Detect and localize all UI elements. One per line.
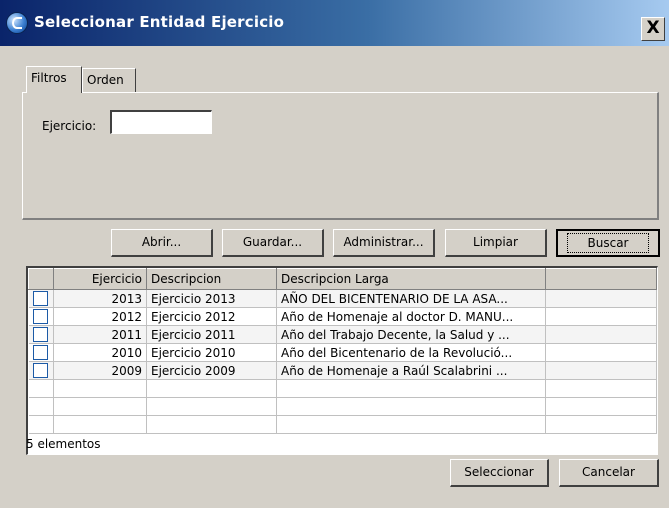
empty-row [28, 397, 657, 416]
cell-descripcion-larga: AÑO DEL BICENTENARIO DE LA ASA... [276, 289, 546, 308]
row-checkbox[interactable] [32, 291, 48, 306]
results-table: Ejercicio Descripcion Descripcion Larga … [28, 268, 657, 434]
header-descripcion-larga[interactable]: Descripcion Larga [276, 268, 546, 290]
seleccionar-button[interactable]: Seleccionar [450, 459, 549, 487]
cell-ejercicio: 2013 [53, 289, 147, 308]
table-row[interactable]: 2013 Ejercicio 2013 AÑO DEL BICENTENARIO… [28, 289, 657, 308]
header-ejercicio[interactable]: Ejercicio [53, 268, 147, 290]
limpiar-button[interactable]: Limpiar [445, 229, 547, 257]
buscar-button[interactable]: Buscar [556, 229, 660, 257]
cell-filler [545, 307, 657, 326]
cell-ejercicio: 2012 [53, 307, 147, 326]
header-filler [545, 268, 657, 290]
cell-descripcion-larga: Año de Homenaje al doctor D. MANU... [276, 307, 546, 326]
guardar-button[interactable]: Guardar... [222, 229, 324, 257]
administrar-button[interactable]: Administrar... [333, 229, 435, 257]
cell-descripcion: Ejercicio 2009 [146, 361, 277, 380]
row-checkbox[interactable] [32, 327, 48, 342]
header-select[interactable] [28, 268, 54, 290]
row-checkbox[interactable] [32, 363, 48, 378]
table-row[interactable]: 2010 Ejercicio 2010 Año del Bicentenario… [28, 343, 657, 362]
empty-row [28, 379, 657, 398]
cell-descripcion: Ejercicio 2013 [146, 289, 277, 308]
header-descripcion[interactable]: Descripcion [146, 268, 277, 290]
cell-ejercicio: 2010 [53, 343, 147, 362]
abrir-button[interactable]: Abrir... [111, 229, 213, 257]
cell-descripcion-larga: Año del Trabajo Decente, la Salud y ... [276, 325, 546, 344]
cell-filler [545, 361, 657, 380]
cell-ejercicio: 2011 [53, 325, 147, 344]
close-button[interactable]: X [641, 17, 665, 41]
table-row[interactable]: 2011 Ejercicio 2011 Año del Trabajo Dece… [28, 325, 657, 344]
app-icon [6, 12, 28, 34]
row-checkbox[interactable] [32, 345, 48, 360]
table-row[interactable]: 2009 Ejercicio 2009 Año de Homenaje a Ra… [28, 361, 657, 380]
ejercicio-input[interactable] [110, 110, 212, 134]
cell-filler [545, 343, 657, 362]
cell-descripcion: Ejercicio 2011 [146, 325, 277, 344]
cancelar-button[interactable]: Cancelar [559, 459, 659, 487]
empty-row [28, 415, 657, 434]
cell-filler [545, 325, 657, 344]
tab-orden[interactable]: Orden [82, 68, 136, 92]
cell-descripcion-larga: Año del Bicentenario de la Revolució... [276, 343, 546, 362]
item-count: 5 elementos [26, 437, 101, 451]
title-bar: Seleccionar Entidad Ejercicio [0, 0, 669, 46]
table-row[interactable]: 2012 Ejercicio 2012 Año de Homenaje al d… [28, 307, 657, 326]
buscar-label: Buscar [567, 233, 649, 253]
ejercicio-label: Ejercicio: [42, 119, 97, 133]
cell-descripcion-larga: Año de Homenaje a Raúl Scalabrini ... [276, 361, 546, 380]
cell-descripcion: Ejercicio 2010 [146, 343, 277, 362]
cell-descripcion: Ejercicio 2012 [146, 307, 277, 326]
results-grid[interactable]: Ejercicio Descripcion Descripcion Larga … [26, 266, 658, 455]
tab-filtros[interactable]: Filtros [26, 66, 82, 93]
window-title: Seleccionar Entidad Ejercicio [34, 13, 285, 31]
cell-ejercicio: 2009 [53, 361, 147, 380]
row-checkbox[interactable] [32, 309, 48, 324]
cell-filler [545, 289, 657, 308]
